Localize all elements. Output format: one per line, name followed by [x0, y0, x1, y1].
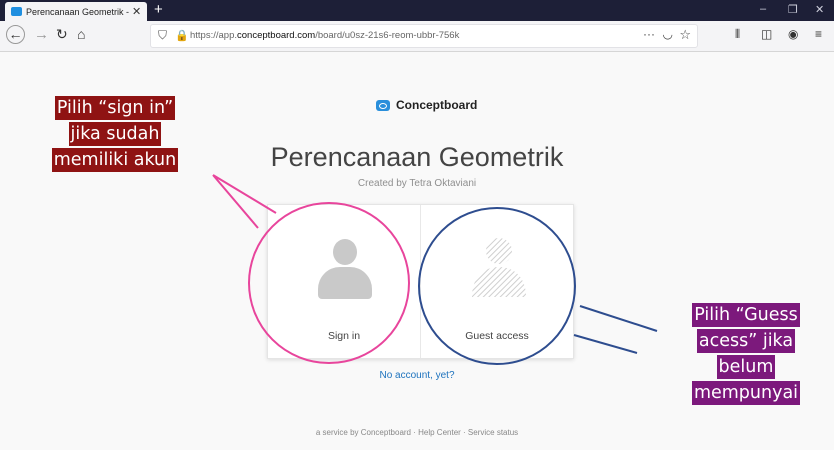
conceptboard-favicon-icon: [11, 7, 22, 16]
guest-annotation-line: belum: [716, 355, 776, 379]
guest-access-label: Guest access: [465, 330, 529, 342]
board-subtitle: Created by Tetra Oktaviani: [357, 178, 477, 189]
sidebar-icon[interactable]: ◫: [761, 27, 772, 41]
guest-annotation: Pilih “Guess acess” jika belum mempunyai: [666, 302, 826, 406]
sign-in-annotation-line: jika sudah: [68, 122, 162, 146]
guest-avatar-icon: [472, 238, 526, 297]
guest-access-card[interactable]: Guest access: [421, 205, 573, 358]
close-window-icon[interactable]: ✕: [815, 3, 824, 16]
more-actions-icon[interactable]: ···: [643, 27, 655, 41]
sign-in-card[interactable]: Sign in: [268, 205, 421, 358]
pocket-icon[interactable]: ◡: [663, 27, 673, 41]
restore-icon[interactable]: ❐: [788, 3, 798, 16]
reload-button[interactable]: ↻: [56, 26, 68, 43]
address-bar[interactable]: ⛉ 🔒 https://app.conceptboard.com/board/u…: [150, 24, 698, 48]
guest-annotation-line: acess” jika: [696, 329, 796, 353]
guest-annotation-line: Pilih “Guess: [692, 303, 800, 327]
shield-icon[interactable]: ⛉: [158, 28, 167, 43]
minimize-icon[interactable]: –: [760, 3, 766, 15]
forward-button[interactable]: →: [34, 26, 49, 43]
close-tab-icon[interactable]: ✕: [132, 5, 141, 18]
sign-in-label: Sign in: [327, 330, 361, 342]
conceptboard-logo-icon: [376, 99, 390, 111]
conceptboard-logo[interactable]: Conceptboard: [376, 98, 477, 112]
back-button[interactable]: ←: [6, 25, 25, 44]
sign-in-annotation-line: Pilih “sign in”: [54, 96, 176, 120]
home-icon[interactable]: ⌂: [77, 26, 85, 42]
url-text[interactable]: https://app.conceptboard.com/board/u0sz-…: [190, 30, 459, 41]
page-footer: a service by Conceptboard · Help Center …: [315, 428, 519, 437]
sign-in-annotation-line: memiliki akun: [51, 148, 179, 172]
account-icon[interactable]: ◉: [788, 27, 798, 41]
sign-in-annotation: Pilih “sign in” jika sudah memiliki akun: [30, 95, 200, 173]
bookmark-star-icon[interactable]: ☆: [679, 27, 691, 43]
menu-icon[interactable]: ≡: [815, 27, 822, 41]
new-tab-button[interactable]: +: [154, 1, 163, 18]
tab-title: Perencanaan Geometrik - Con: [26, 6, 130, 17]
browser-tab[interactable]: Perencanaan Geometrik - Con ✕: [5, 2, 147, 21]
brand-name: Conceptboard: [396, 98, 478, 112]
library-icon[interactable]: ⫴: [735, 27, 740, 42]
browser-titlebar: Perencanaan Geometrik - Con ✕ + – ❐ ✕: [0, 0, 834, 21]
browser-navbar: ← → ↻ ⌂ ⛉ 🔒 https://app.conceptboard.com…: [0, 21, 834, 52]
guest-callout-pointer: [573, 305, 658, 354]
lock-icon[interactable]: 🔒: [175, 29, 189, 42]
guest-annotation-line: mempunyai: [691, 381, 801, 405]
login-options: Sign in Guest access: [267, 204, 574, 359]
user-avatar-icon: [318, 239, 372, 299]
